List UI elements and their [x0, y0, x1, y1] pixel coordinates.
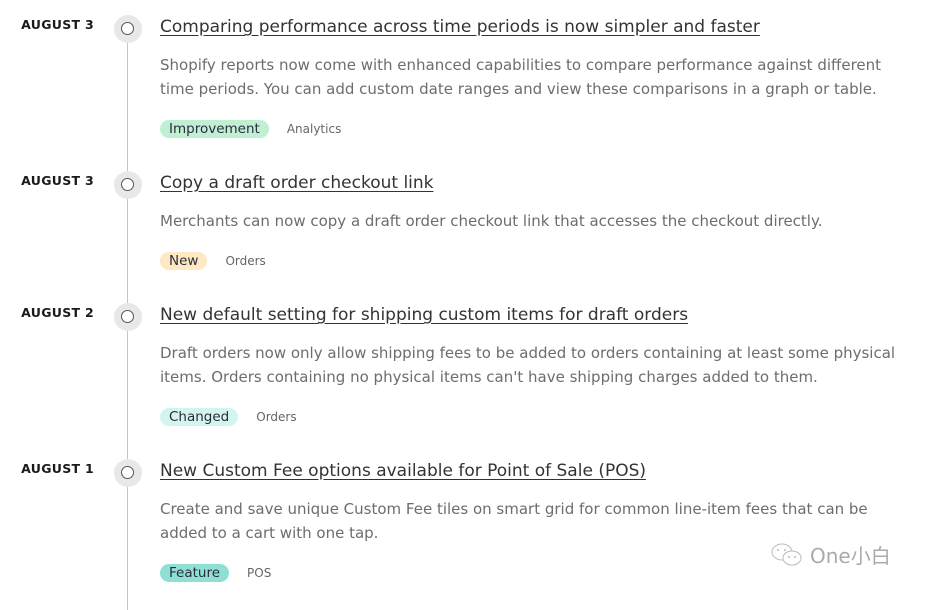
- entry-tags: Changed Orders: [160, 408, 297, 426]
- status-badge: New: [160, 252, 208, 270]
- status-badge: Feature: [160, 564, 230, 582]
- timeline-dot-icon: [114, 303, 142, 331]
- timeline-dot-icon: [114, 171, 142, 199]
- entry-description: Create and save unique Custom Fee tiles …: [160, 500, 868, 542]
- entry-description: Merchants can now copy a draft order che…: [160, 212, 823, 230]
- entry-title-link[interactable]: New Custom Fee options available for Poi…: [160, 461, 646, 481]
- entry-date: AUGUST 2: [21, 305, 94, 320]
- category-label[interactable]: Orders: [225, 254, 265, 268]
- entry-title-link[interactable]: Copy a draft order checkout link: [160, 173, 434, 193]
- timeline-dot-icon: [114, 15, 142, 43]
- timeline-dot-icon: [114, 459, 142, 487]
- status-badge: Changed: [160, 408, 239, 426]
- entry-date: AUGUST 3: [21, 17, 94, 32]
- entry-date: AUGUST 1: [21, 461, 94, 476]
- status-badge: Improvement: [160, 120, 269, 138]
- entry-description: Draft orders now only allow shipping fee…: [160, 344, 896, 386]
- wechat-icon: [771, 543, 802, 565]
- entry-tags: Feature POS: [160, 564, 271, 582]
- watermark-text: One小白: [810, 544, 891, 568]
- entry-tags: Improvement Analytics: [160, 120, 341, 138]
- entry-tags: New Orders: [160, 252, 266, 270]
- watermark: One小白: [770, 540, 891, 569]
- category-label[interactable]: Orders: [256, 410, 296, 424]
- entry-description: Shopify reports now come with enhanced c…: [160, 56, 882, 98]
- entry-date: AUGUST 3: [21, 173, 94, 188]
- category-label[interactable]: Analytics: [287, 122, 342, 136]
- category-label[interactable]: POS: [247, 566, 271, 580]
- entry-title-link[interactable]: Comparing performance across time period…: [160, 17, 760, 37]
- entry-title-link[interactable]: New default setting for shipping custom …: [160, 305, 688, 325]
